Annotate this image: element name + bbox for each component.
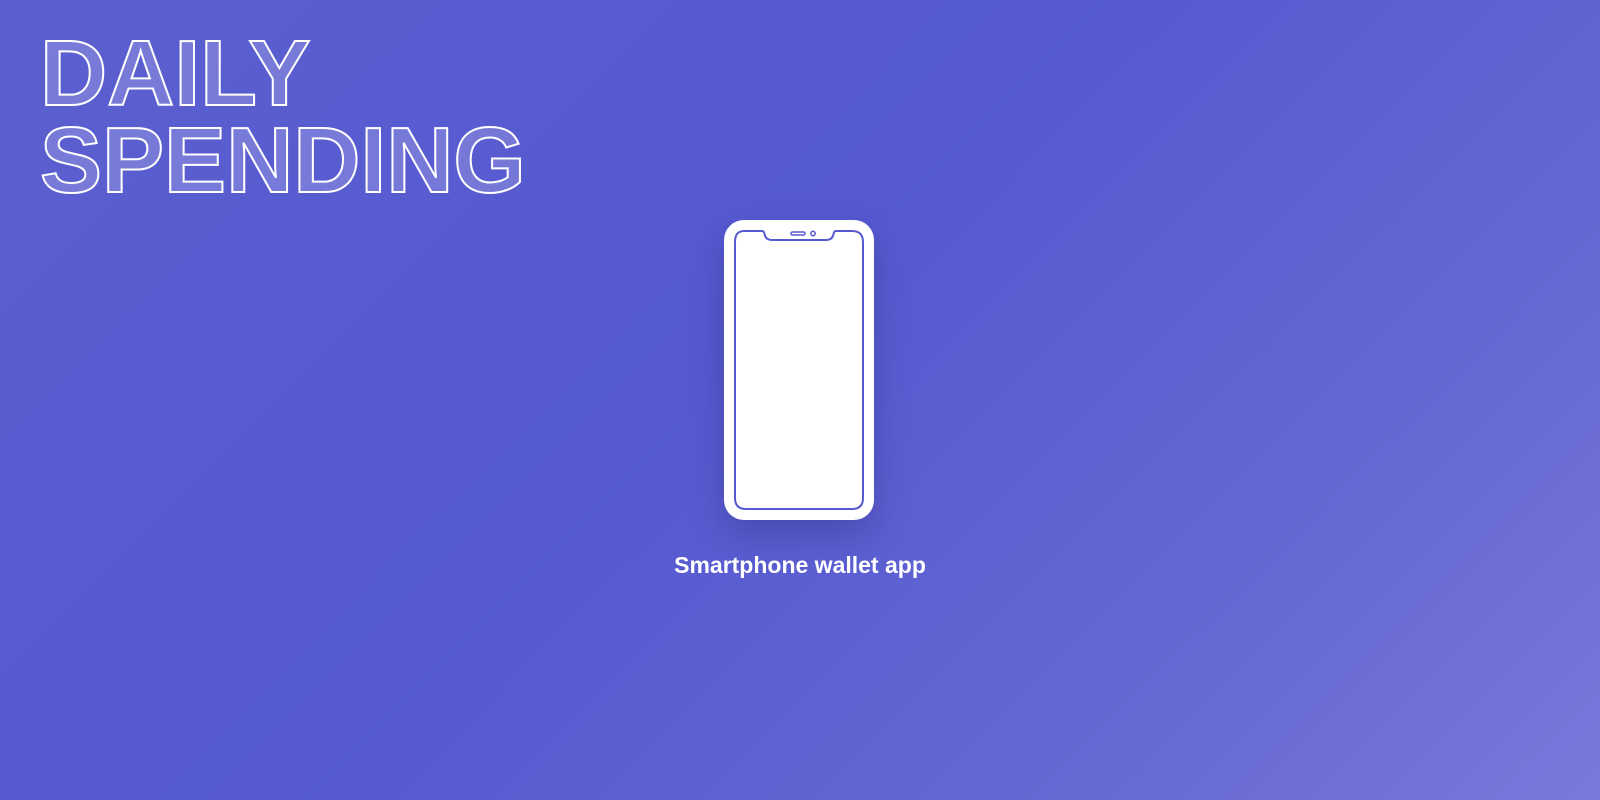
title-line-2: SPENDING	[39, 108, 527, 212]
title-line-1: DAILY	[39, 21, 311, 125]
page-title: DAILY SPENDING	[39, 21, 527, 212]
smartphone-icon	[724, 220, 874, 520]
phone-caption: Smartphone wallet app	[674, 552, 926, 578]
